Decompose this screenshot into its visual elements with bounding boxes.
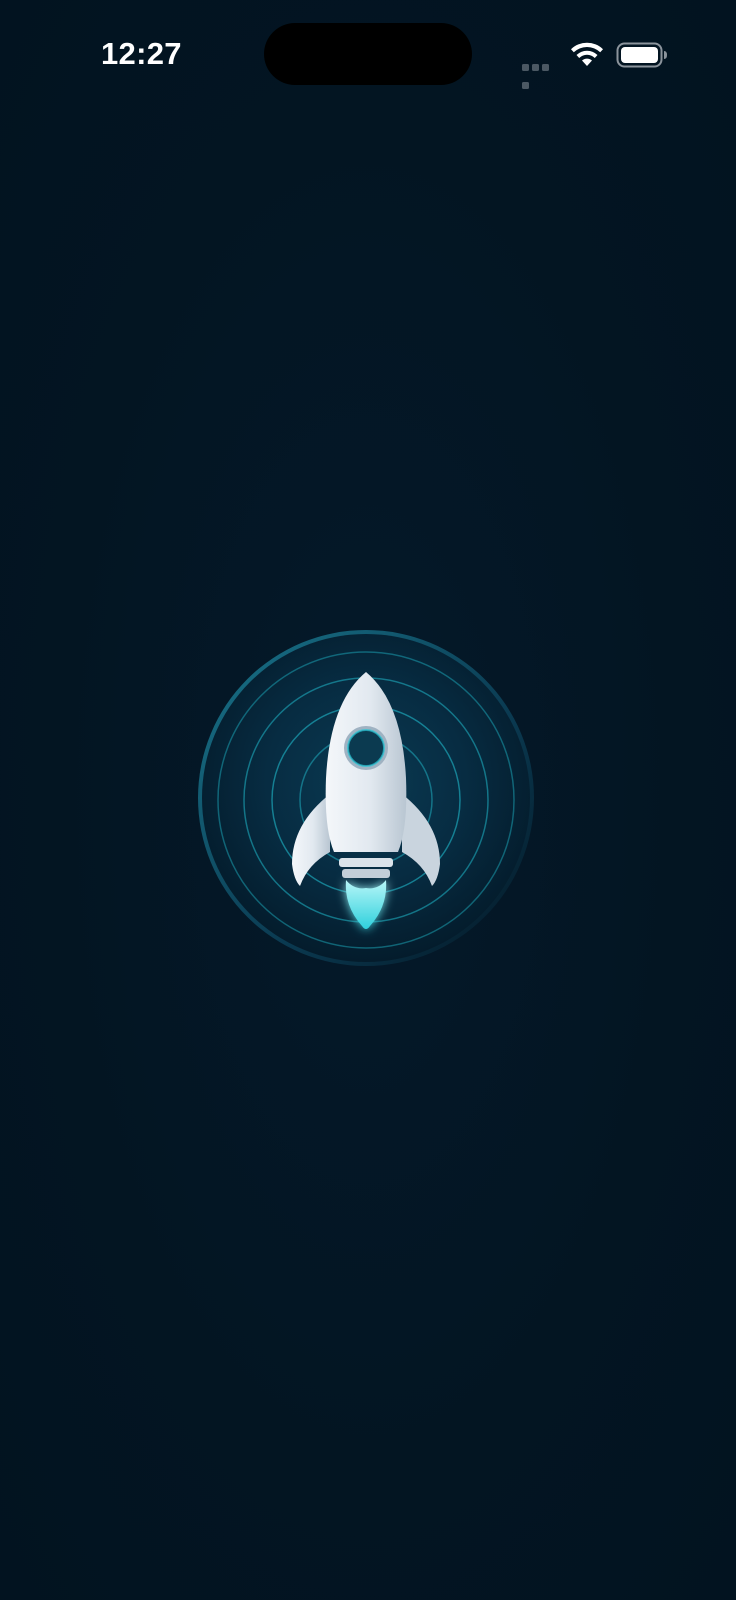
cellular-signal-icon [522, 58, 560, 89]
dynamic-island [264, 23, 472, 85]
rocket-icon [198, 630, 534, 966]
splash-screen: 12:27 [0, 0, 736, 1600]
status-time: 12:27 [101, 36, 182, 71]
status-bar: 12:27 [0, 0, 736, 110]
wifi-icon [571, 42, 603, 66]
battery-icon [616, 42, 667, 68]
